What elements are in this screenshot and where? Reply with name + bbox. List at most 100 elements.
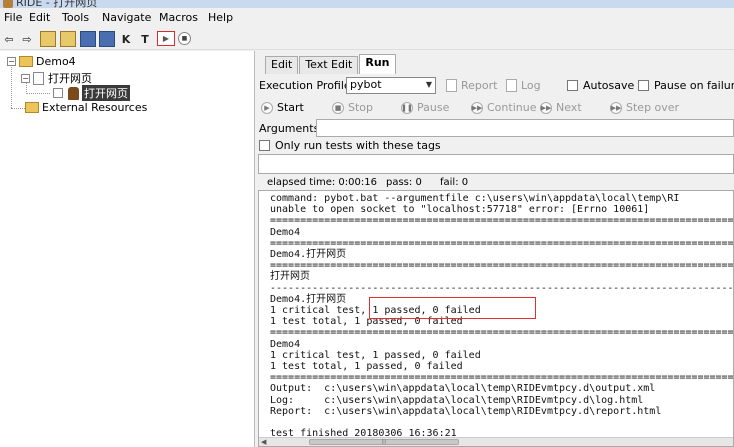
play-icon: ▶ xyxy=(261,101,273,114)
only-tags-label: Only run tests with these tags xyxy=(275,139,441,152)
title-bar: RIDE - 打开网页 xyxy=(0,0,734,8)
only-tags-box[interactable] xyxy=(259,140,270,151)
console-line: command: pybot.bat --argumentfile c:\use… xyxy=(270,193,680,204)
tab-edit[interactable]: Edit xyxy=(265,56,299,74)
report-label: Report xyxy=(461,79,498,92)
console-line: Demo4 xyxy=(270,338,301,350)
continue-button[interactable]: ▶▶ Continue xyxy=(471,101,536,114)
console-line: 1 critical test, 1 passed, 0 failed xyxy=(270,349,481,361)
report-button[interactable]: Report xyxy=(446,79,497,92)
menu-navigate[interactable]: Navigate xyxy=(102,11,151,24)
folder-icon xyxy=(19,56,33,67)
collapse-toggle-icon[interactable]: − xyxy=(21,73,30,83)
elapsed-time: elapsed time: 0:00:16 xyxy=(267,177,377,188)
menu-help[interactable]: Help xyxy=(208,11,233,24)
tab-text-edit[interactable]: Text Edit xyxy=(299,56,359,74)
tree-suite-label: 打开网页 xyxy=(48,72,92,85)
log-button[interactable]: Log xyxy=(506,79,541,92)
toolbar: ⇦ ⇨ K T xyxy=(0,28,734,50)
console-line: ========================================… xyxy=(270,215,734,227)
tree-node-suite[interactable]: − 打开网页 xyxy=(21,70,92,86)
pause-button[interactable]: ❚❚ Pause xyxy=(401,101,449,114)
pause-label: Pause xyxy=(417,101,450,114)
tree-test-label: 打开网页 xyxy=(82,85,130,101)
console-line: ========================================… xyxy=(270,372,734,384)
suite-file-icon xyxy=(33,71,44,85)
output-console[interactable]: command: pybot.bat --argumentfile c:\use… xyxy=(258,190,734,447)
arguments-label: Arguments: xyxy=(259,122,324,135)
next-label: Next xyxy=(556,101,582,114)
only-tags-checkbox[interactable]: Only run tests with these tags xyxy=(259,139,441,152)
keyword-search-icon[interactable]: K xyxy=(118,31,134,47)
test-case-icon xyxy=(68,86,79,100)
start-label: Start xyxy=(277,101,304,114)
console-line: ========================================… xyxy=(270,237,734,249)
tab-run[interactable]: Run xyxy=(359,54,396,74)
menu-macros[interactable]: Macros xyxy=(159,11,198,24)
step-over-icon: ▶▶ xyxy=(610,101,622,114)
pause-on-failure-checkbox[interactable]: Pause on failure xyxy=(638,79,734,92)
tags-input[interactable] xyxy=(258,154,734,174)
menu-bar: File Edit Tools Navigate Macros Help xyxy=(0,9,734,28)
test-checkbox[interactable] xyxy=(53,88,63,98)
console-line: Report: c:\users\win\appdata\local\temp\… xyxy=(270,405,662,417)
fail-count: fail: 0 xyxy=(440,177,469,188)
folder-icon xyxy=(25,102,39,113)
next-button[interactable]: ▶▶ Next xyxy=(540,101,582,114)
continue-label: Continue xyxy=(487,101,537,114)
console-line: ========================================… xyxy=(270,260,734,272)
tree-node-external[interactable]: External Resources xyxy=(25,101,147,114)
start-button[interactable]: ▶ Start xyxy=(261,101,304,114)
highlight-box xyxy=(369,297,536,319)
autosave-checkbox[interactable]: Autosave xyxy=(567,79,634,92)
console-line: ========================================… xyxy=(270,327,734,339)
pass-count: pass: 0 xyxy=(386,177,422,188)
tree-root-label: Demo4 xyxy=(36,55,76,68)
console-line: Demo4 xyxy=(270,226,301,238)
save-icon[interactable] xyxy=(80,31,96,47)
test-search-icon[interactable]: T xyxy=(137,31,153,47)
execution-profile-value: pybot xyxy=(350,78,382,91)
stop-button[interactable]: ■ Stop xyxy=(332,101,373,114)
scrollbar-thumb[interactable]: ||| xyxy=(309,439,459,445)
execution-profile-select[interactable]: pybot ▼ xyxy=(346,77,436,94)
menu-tools[interactable]: Tools xyxy=(62,11,89,24)
project-tree: − Demo4 − 打开网页 打开网页 External Resources xyxy=(0,51,255,447)
tree-external-label: External Resources xyxy=(42,101,148,114)
console-line: ----------------------------------------… xyxy=(270,282,734,294)
collapse-toggle-icon[interactable]: − xyxy=(7,57,16,66)
back-arrow-icon[interactable]: ⇦ xyxy=(1,31,17,47)
run-icon[interactable]: ▶ xyxy=(157,31,175,46)
save-all-icon[interactable] xyxy=(99,31,115,47)
log-label: Log xyxy=(521,79,541,92)
open-directory-icon[interactable] xyxy=(60,31,76,47)
console-line: Demo4.打开网页 xyxy=(270,249,347,261)
pause-on-failure-box[interactable] xyxy=(638,80,649,91)
horizontal-scrollbar[interactable]: ◀ ||| xyxy=(259,437,733,446)
scroll-left-icon[interactable]: ◀ xyxy=(261,438,266,446)
chevron-down-icon: ▼ xyxy=(425,80,432,89)
pause-on-failure-label: Pause on failure xyxy=(654,79,734,92)
menu-file[interactable]: File xyxy=(4,11,22,24)
autosave-label: Autosave xyxy=(583,79,635,92)
tree-node-test[interactable]: 打开网页 xyxy=(53,85,130,101)
menu-edit[interactable]: Edit xyxy=(29,11,50,24)
arguments-input[interactable] xyxy=(316,119,734,137)
tree-node-root[interactable]: − Demo4 xyxy=(7,55,76,68)
step-over-label: Step over xyxy=(626,101,680,114)
console-line: Log: c:\users\win\appdata\local\temp\RID… xyxy=(270,394,644,406)
execution-profile-label: Execution Profile: xyxy=(259,79,355,92)
stop-icon[interactable]: ■ xyxy=(178,32,191,45)
autosave-box[interactable] xyxy=(567,80,578,91)
run-status: elapsed time: 0:00:16 pass: 0 fail: 0 xyxy=(258,177,734,189)
ride-app-icon xyxy=(3,0,13,8)
open-folder-icon[interactable] xyxy=(40,31,56,47)
console-line: unable to open socket to "localhost:5771… xyxy=(270,204,650,216)
forward-arrow-icon[interactable]: ⇨ xyxy=(19,31,35,47)
step-over-button[interactable]: ▶▶ Step over xyxy=(610,101,679,114)
window-title: RIDE - 打开网页 xyxy=(16,0,98,8)
console-line: 打开网页 xyxy=(270,271,310,283)
continue-icon: ▶▶ xyxy=(471,101,483,114)
console-line: Output: c:\users\win\appdata\local\temp\… xyxy=(270,383,656,395)
